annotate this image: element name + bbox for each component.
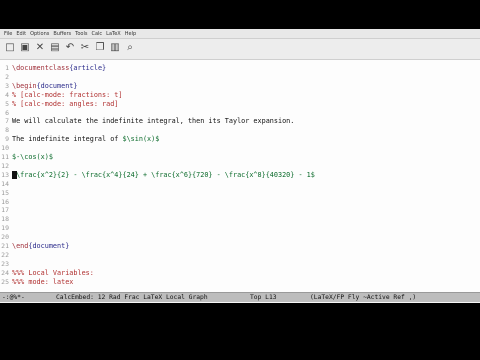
code-token: \begin: [12, 81, 37, 90]
code-token: We will calculate the indefinite integra…: [12, 117, 295, 126]
code-line[interactable]: %%% mode: latex: [12, 278, 73, 287]
line-number: 12: [1, 161, 9, 170]
new-file-icon[interactable]: □: [4, 42, 16, 54]
line-number: 19: [1, 224, 9, 233]
code-line[interactable]: $\frac{x^2}{2} - \frac{x^4}{24} + \frac{…: [12, 171, 315, 180]
line-number: 5: [5, 99, 9, 108]
text-cursor: [12, 171, 17, 180]
code-line[interactable]: %%% Local Variables:: [12, 269, 94, 278]
menu-item-help[interactable]: Help: [125, 31, 136, 37]
code-token: \documentclass: [12, 64, 70, 72]
line-number: 20: [1, 233, 9, 242]
code-token: {article}: [69, 64, 107, 72]
code-token: $-\cos(x)$: [12, 153, 53, 161]
line-number: 21: [1, 242, 9, 250]
code-line[interactable]: The indefinite integral of $\sin(x)$: [12, 135, 159, 144]
editor-buffer[interactable]: 1 2 3 4 5 6 7 8 9 10 11 12 13 14 15 16 17 18 19 20 21 22 23 24 2…: [0, 60, 480, 292]
code-line[interactable]: \end{document}: [12, 242, 69, 251]
line-number: 7: [5, 117, 9, 126]
line-number: 6: [5, 108, 9, 117]
code-token: $\sin(x)$: [122, 135, 160, 144]
line-number-gutter: 1 2 3 4 5 6 7 8 9 10 11 12 13 14 15 16 17 18 19 20 21 22 23 24 2…: [0, 60, 9, 292]
line-number: 15: [1, 188, 9, 197]
line-number: 14: [1, 179, 9, 188]
line-number: 11: [1, 153, 9, 161]
line-number: 8: [5, 126, 9, 135]
line-number: 4: [5, 90, 9, 99]
code-line[interactable]: $-\cos(x)$: [12, 153, 53, 162]
paste-icon[interactable]: ▥: [109, 42, 121, 54]
code-line[interactable]: % [calc-mode: angles: rad]: [12, 100, 118, 109]
line-number: 23: [1, 259, 9, 268]
menu-item-tools[interactable]: Tools: [75, 31, 87, 37]
copy-icon[interactable]: ❐: [94, 42, 106, 54]
search-icon[interactable]: ⌕: [124, 42, 136, 54]
save-icon[interactable]: ▤: [49, 42, 61, 54]
close-icon[interactable]: ✕: [34, 42, 46, 54]
code-line[interactable]: % [calc-mode: fractions: t]: [12, 91, 123, 100]
line-number: 9: [5, 135, 9, 144]
line-number: 16: [1, 197, 9, 206]
code-line[interactable]: We will calculate the indefinite integra…: [12, 117, 294, 126]
menu-item-options[interactable]: Options: [30, 31, 49, 37]
screen: File Edit Options Buffers Tools Calc LaTeX Help…: [0, 0, 480, 360]
line-number: 3: [5, 81, 9, 90]
cut-icon[interactable]: ✂: [79, 42, 91, 54]
code-line[interactable]: \begin{document}: [12, 82, 77, 91]
code-token: % [calc-mode: fractions: t]: [12, 90, 123, 99]
emacs-frame: File Edit Options Buffers Tools Calc LaTeX Help…: [0, 29, 480, 303]
code-token: {document}: [28, 242, 70, 250]
code-token: The indefinite integral of: [12, 135, 123, 144]
line-number: 10: [1, 144, 9, 153]
code-token: {document}: [36, 81, 78, 90]
line-number: 24: [1, 268, 9, 277]
line-number: 25: [1, 277, 9, 286]
line-number: 1: [5, 64, 9, 72]
code-token: $\frac{x^2}{2} - \frac{x^4}{24} + \frac{…: [12, 170, 315, 179]
menu-bar: File Edit Options Buffers Tools Calc LaTeX Help: [0, 29, 480, 39]
code-token: % [calc-mode: angles: rad]: [12, 99, 119, 108]
code-token: \end: [12, 242, 29, 250]
echo-area: [0, 302, 480, 303]
menu-item-edit[interactable]: Edit: [16, 31, 26, 37]
menu-item-latex[interactable]: LaTeX: [106, 31, 121, 37]
line-number: 18: [1, 215, 9, 224]
code-line[interactable]: \documentclass{article}: [12, 64, 106, 73]
line-number: 22: [1, 250, 9, 259]
menu-item-file[interactable]: File: [4, 31, 12, 37]
line-number: 17: [1, 206, 9, 215]
code-token: %%% mode: latex: [12, 277, 74, 286]
menu-item-calc[interactable]: Calc: [91, 31, 102, 37]
menu-item-buffers[interactable]: Buffers: [53, 31, 71, 37]
open-file-icon[interactable]: ▣: [19, 42, 31, 54]
undo-icon[interactable]: ↶: [64, 42, 76, 54]
line-number: 2: [5, 72, 9, 81]
tool-bar: □ ▣ ✕ ▤ ↶ ✂ ❐ ▥ ⌕: [0, 39, 480, 60]
line-number: 13: [1, 170, 9, 179]
code-token: %%% Local Variables:: [12, 268, 94, 277]
